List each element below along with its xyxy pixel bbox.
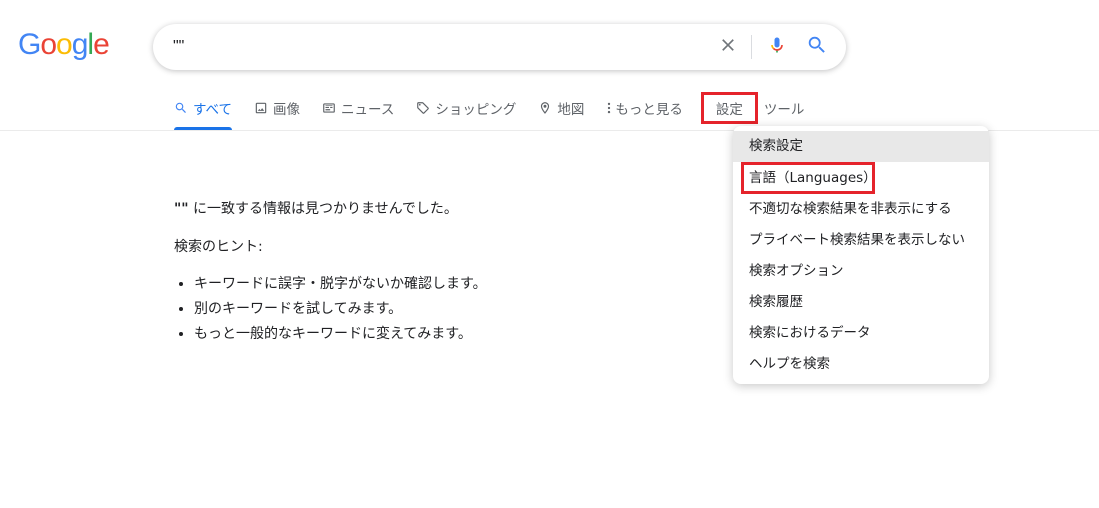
tag-icon xyxy=(416,101,430,115)
logo-letter-e: e xyxy=(93,28,110,61)
google-search-page: Google "" すべて 画像 ニュース ショッピング 地図 もっと見る 設定… xyxy=(0,0,1099,508)
tab-more[interactable]: もっと見る xyxy=(606,96,683,120)
tab-all[interactable]: すべて xyxy=(174,96,233,130)
voice-search-button[interactable] xyxy=(765,35,789,59)
tab-label: 地図 xyxy=(557,102,585,118)
hints-list: キーワードに誤字・脱字がないか確認します。 別のキーワードを試してみます。 もっ… xyxy=(174,272,487,347)
tab-shopping[interactable]: ショッピング xyxy=(416,96,516,120)
close-icon xyxy=(718,35,738,59)
tab-label: すべて xyxy=(193,102,233,118)
search-divider xyxy=(751,35,752,59)
google-logo[interactable]: Google xyxy=(18,28,110,62)
search-tabs: すべて 画像 ニュース ショッピング 地図 もっと見る 設定 ツール xyxy=(174,92,805,130)
menu-item-private-results[interactable]: プライベート検索結果を表示しない xyxy=(733,225,989,256)
no-results-text: に一致する情報は見つかりませんでした。 xyxy=(188,201,458,217)
tab-news[interactable]: ニュース xyxy=(322,96,394,120)
menu-item-search-settings[interactable]: 検索設定 xyxy=(733,131,989,162)
search-input[interactable] xyxy=(173,24,693,70)
tab-settings[interactable]: 設定 xyxy=(700,92,758,124)
search-box xyxy=(153,24,846,70)
tab-tools[interactable]: ツール xyxy=(764,96,805,120)
mic-icon xyxy=(767,33,787,61)
search-button[interactable] xyxy=(805,35,829,59)
tab-images[interactable]: 画像 xyxy=(254,96,300,120)
tab-label: もっと見る xyxy=(615,102,683,118)
menu-item-search-help[interactable]: ヘルプを検索 xyxy=(733,349,989,380)
news-icon xyxy=(322,101,336,115)
search-icon xyxy=(174,101,188,115)
tab-label: 設定 xyxy=(715,102,743,118)
menu-item-languages[interactable]: 言語（Languages） xyxy=(741,162,877,194)
tab-label: 画像 xyxy=(273,102,301,118)
search-icon xyxy=(806,34,828,60)
menu-item-safesearch[interactable]: 不適切な検索結果を非表示にする xyxy=(733,194,989,225)
query-text: "" xyxy=(174,201,189,217)
hint-item: もっと一般的なキーワードに変えてみます。 xyxy=(194,322,487,347)
tab-label: ニュース xyxy=(341,102,395,118)
menu-item-search-history[interactable]: 検索履歴 xyxy=(733,287,989,318)
hint-item: キーワードに誤字・脱字がないか確認します。 xyxy=(194,272,487,297)
clear-button[interactable] xyxy=(716,35,740,59)
hints-title: 検索のヒント: xyxy=(174,239,263,255)
logo-letter-g: G xyxy=(18,28,41,61)
tab-label: ツール xyxy=(763,102,805,118)
no-results-message: "" に一致する情報は見つかりませんでした。 xyxy=(174,198,487,220)
menu-item-your-data[interactable]: 検索におけるデータ xyxy=(733,318,989,349)
settings-menu: 検索設定 言語（Languages） 不適切な検索結果を非表示にする プライベー… xyxy=(733,126,989,384)
logo-letter-g2: g xyxy=(71,28,89,61)
logo-letter-o1: o xyxy=(40,28,57,61)
logo-letter-o2: o xyxy=(56,28,73,61)
search-results: "" に一致する情報は見つかりませんでした。 検索のヒント: キーワードに誤字・… xyxy=(174,198,487,347)
tab-label: ショッピング xyxy=(435,102,517,118)
menu-item-advanced-search[interactable]: 検索オプション xyxy=(733,256,989,287)
hint-item: 別のキーワードを試してみます。 xyxy=(194,297,487,322)
map-pin-icon xyxy=(538,101,552,115)
tab-maps[interactable]: 地図 xyxy=(538,96,584,120)
more-vert-icon xyxy=(606,101,612,115)
image-icon xyxy=(254,101,268,115)
